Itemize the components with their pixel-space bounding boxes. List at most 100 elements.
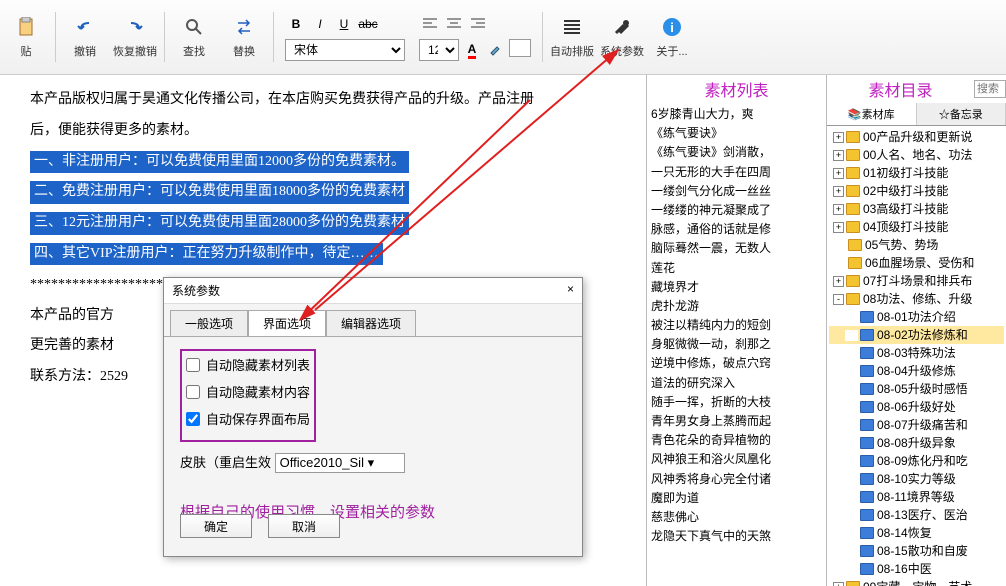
list-item[interactable]: 《练气要诀》 bbox=[651, 124, 822, 143]
tree-item[interactable]: 08-01功法介绍 bbox=[829, 308, 1004, 326]
font-color-button[interactable]: A bbox=[461, 39, 483, 61]
list-item[interactable]: 一缕剑气分化成一丝丝 bbox=[651, 182, 822, 201]
autolayout-icon bbox=[560, 15, 584, 39]
tree-item[interactable]: +09宝藏、宝物、艺术 bbox=[829, 578, 1004, 586]
find-button[interactable]: 查找 bbox=[170, 7, 218, 67]
align-left-button[interactable] bbox=[419, 13, 441, 35]
list-item[interactable]: 6岁膝青山大力，爽 bbox=[651, 105, 822, 124]
skin-label: 皮肤（重启生效 bbox=[180, 455, 271, 470]
chk-hide-list[interactable] bbox=[186, 358, 200, 372]
ok-button[interactable]: 确定 bbox=[180, 514, 252, 538]
list-item[interactable]: 脉感，通俗的话就是修 bbox=[651, 220, 822, 239]
skin-select[interactable]: Office2010_Sil ▾ bbox=[275, 453, 405, 473]
list-item[interactable]: 逆境中修炼，破点穴窍 bbox=[651, 354, 822, 373]
tree-item[interactable]: 08-14恢复 bbox=[829, 524, 1004, 542]
tree-item[interactable]: +03高级打斗技能 bbox=[829, 200, 1004, 218]
list-item[interactable]: 慈悲佛心 bbox=[651, 508, 822, 527]
tree-item[interactable]: 08-13医疗、医治 bbox=[829, 506, 1004, 524]
tree-item[interactable]: +07打斗场景和排兵布 bbox=[829, 272, 1004, 290]
list-item[interactable]: 被注以精纯内力的短剑 bbox=[651, 316, 822, 335]
color-swatch[interactable] bbox=[509, 39, 531, 57]
panel-title: 素材目录 bbox=[827, 75, 974, 103]
dialog-titlebar[interactable]: 系统参数 × bbox=[164, 278, 582, 304]
editor-text: 四、其它VIP注册用户：正在努力升级制作中，待定…… bbox=[30, 243, 383, 265]
strike-button[interactable]: abc bbox=[357, 13, 379, 35]
chk-label: 自动保存界面布局 bbox=[206, 409, 310, 428]
autolayout-button[interactable]: 自动排版 bbox=[548, 7, 596, 67]
undo-icon bbox=[73, 15, 97, 39]
replace-icon bbox=[232, 15, 256, 39]
redo-button[interactable]: 恢复撤销 bbox=[111, 7, 159, 67]
font-size-select[interactable]: 12 bbox=[419, 39, 459, 61]
list-item[interactable]: 一缕缕的神元凝聚成了 bbox=[651, 201, 822, 220]
align-right-button[interactable] bbox=[467, 13, 489, 35]
tab-editor[interactable]: 编辑器选项 bbox=[326, 310, 416, 336]
list-item[interactable]: 青色花朵的奇异植物的 bbox=[651, 431, 822, 450]
tab-general[interactable]: 一般选项 bbox=[170, 310, 248, 336]
material-list-panel: 素材列表 6岁膝青山大力，爽《练气要诀》《练气要诀》剑消散，一只无形的大手在四周… bbox=[646, 75, 826, 586]
material-list[interactable]: 6岁膝青山大力，爽《练气要诀》《练气要诀》剑消散，一只无形的大手在四周一缕剑气分… bbox=[647, 103, 826, 586]
tree-item[interactable]: 08-06升级好处 bbox=[829, 398, 1004, 416]
chk-label: 自动隐藏素材内容 bbox=[206, 382, 310, 401]
info-icon: i bbox=[660, 15, 684, 39]
search-input[interactable] bbox=[974, 80, 1006, 98]
close-icon[interactable]: × bbox=[567, 282, 574, 299]
tree-item[interactable]: 08-03特殊功法 bbox=[829, 344, 1004, 362]
tree-item[interactable]: 08-16中医 bbox=[829, 560, 1004, 578]
material-tree[interactable]: +00产品升级和更新说+00人名、地名、功法+01初级打斗技能+02中级打斗技能… bbox=[827, 126, 1006, 586]
tab-ui[interactable]: 界面选项 bbox=[248, 310, 326, 336]
list-item[interactable]: 道法的研究深入 bbox=[651, 374, 822, 393]
list-item[interactable]: 龙隐天下真气中的天煞 bbox=[651, 527, 822, 546]
tree-item[interactable]: 08-10实力等级 bbox=[829, 470, 1004, 488]
tab-memo[interactable]: ☆备忘录 bbox=[917, 103, 1006, 125]
italic-button[interactable]: I bbox=[309, 13, 331, 35]
tree-item[interactable]: 08-04升级修炼 bbox=[829, 362, 1004, 380]
replace-button[interactable]: 替换 bbox=[220, 7, 268, 67]
tree-item[interactable]: +01初级打斗技能 bbox=[829, 164, 1004, 182]
tree-item[interactable]: 08-05升级时感悟 bbox=[829, 380, 1004, 398]
tab-material-lib[interactable]: 📚素材库 bbox=[827, 103, 917, 125]
bold-button[interactable]: B bbox=[285, 13, 307, 35]
tree-item[interactable]: 05气势、势场 bbox=[829, 236, 1004, 254]
cancel-button[interactable]: 取消 bbox=[268, 514, 340, 538]
panel-title: 素材列表 bbox=[647, 75, 826, 103]
list-item[interactable]: 魔即为道 bbox=[651, 489, 822, 508]
tree-item[interactable]: 08-02功法修炼和 bbox=[829, 326, 1004, 344]
chk-hide-content[interactable] bbox=[186, 385, 200, 399]
chk-save-layout[interactable] bbox=[186, 412, 200, 426]
tree-item[interactable]: +02中级打斗技能 bbox=[829, 182, 1004, 200]
tree-item[interactable]: 08-15散功和自废 bbox=[829, 542, 1004, 560]
underline-button[interactable]: U bbox=[333, 13, 355, 35]
tree-item[interactable]: +00产品升级和更新说 bbox=[829, 128, 1004, 146]
undo-button[interactable]: 撤销 bbox=[61, 7, 109, 67]
editor-text: 后，便能获得更多的素材。 bbox=[30, 116, 616, 147]
tree-item[interactable]: +04顶级打斗技能 bbox=[829, 218, 1004, 236]
list-item[interactable]: 风神秀将身心完全付诸 bbox=[651, 470, 822, 489]
tree-item[interactable]: 08-07升级痛苦和 bbox=[829, 416, 1004, 434]
tree-item[interactable]: 08-08升级异象 bbox=[829, 434, 1004, 452]
svg-text:i: i bbox=[670, 20, 674, 35]
paste-icon bbox=[14, 15, 38, 39]
tree-item[interactable]: +00人名、地名、功法 bbox=[829, 146, 1004, 164]
list-item[interactable]: 一只无形的大手在四周 bbox=[651, 163, 822, 182]
font-name-select[interactable]: 宋体 bbox=[285, 39, 405, 61]
sysparam-button[interactable]: 系统参数 bbox=[598, 7, 646, 67]
list-item[interactable]: 莲花 bbox=[651, 259, 822, 278]
list-item[interactable]: 随手一挥，折断的大枝 bbox=[651, 393, 822, 412]
list-item[interactable]: 藏境界才 bbox=[651, 278, 822, 297]
paste-button[interactable]: 贴 bbox=[2, 7, 50, 67]
list-item[interactable]: 风神狼王和浴火凤凰化 bbox=[651, 450, 822, 469]
list-item[interactable]: 身躯微微一动，刹那之 bbox=[651, 335, 822, 354]
highlight-button[interactable] bbox=[485, 39, 507, 61]
list-item[interactable]: 脑际蓦然一震，无数人 bbox=[651, 239, 822, 258]
tree-item[interactable]: -08功法、修练、升级 bbox=[829, 290, 1004, 308]
about-button[interactable]: i 关于... bbox=[648, 7, 696, 67]
tree-item[interactable]: 06血腥场景、受伤和 bbox=[829, 254, 1004, 272]
tree-item[interactable]: 08-11境界等级 bbox=[829, 488, 1004, 506]
list-item[interactable]: 青年男女身上蒸腾而起 bbox=[651, 412, 822, 431]
list-item[interactable]: 虎扑龙游 bbox=[651, 297, 822, 316]
align-center-button[interactable] bbox=[443, 13, 465, 35]
tree-item[interactable]: 08-09炼化丹和吃 bbox=[829, 452, 1004, 470]
list-item[interactable]: 《练气要诀》剑消散， bbox=[651, 143, 822, 162]
find-icon bbox=[182, 15, 206, 39]
